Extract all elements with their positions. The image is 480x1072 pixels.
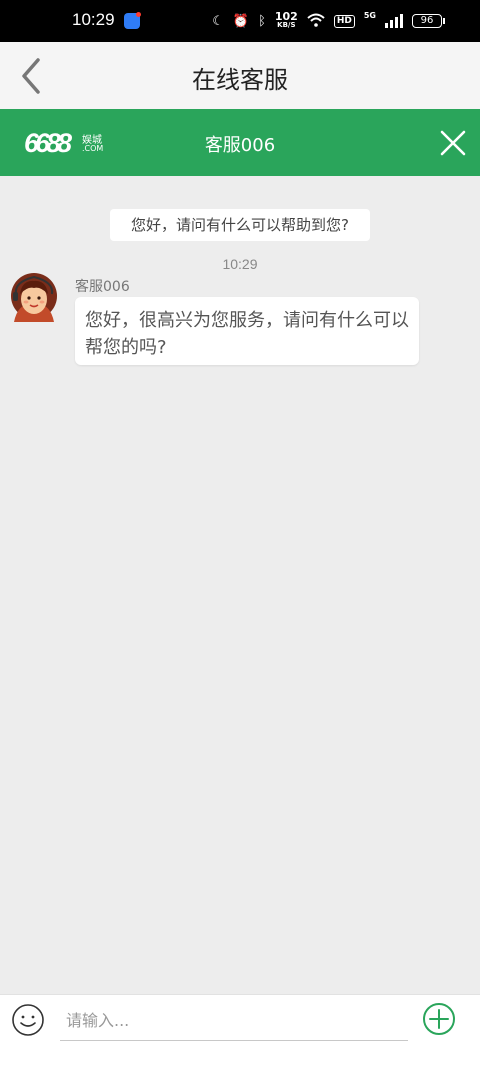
message-input[interactable] bbox=[60, 1001, 408, 1041]
speed-unit: KB/S bbox=[277, 21, 296, 29]
add-button[interactable] bbox=[421, 1001, 457, 1037]
signal-icon bbox=[385, 14, 403, 28]
message-bubble: 您好，很高兴为您服务，请问有什么可以帮您的吗? bbox=[75, 297, 419, 365]
message-timestamp: 10:29 bbox=[222, 256, 258, 272]
app-notification-icon bbox=[124, 12, 141, 29]
hd-badge: HD bbox=[333, 14, 355, 28]
status-indicators: ☾ ⏰ ᛒ 102 KB/S HD 5G 96 bbox=[212, 10, 445, 32]
wifi-icon bbox=[307, 13, 325, 30]
close-button[interactable] bbox=[440, 130, 466, 156]
emoji-smile-icon bbox=[12, 1004, 44, 1036]
agent-name-title: 客服006 bbox=[204, 135, 276, 156]
agent-avatar bbox=[10, 272, 58, 322]
alarm-icon: ⏰ bbox=[232, 13, 250, 29]
network-speed: 102 KB/S bbox=[274, 10, 298, 30]
battery-indicator: 96 bbox=[412, 14, 445, 28]
welcome-message: 您好，请问有什么可以帮助到您? bbox=[110, 209, 370, 241]
network-type: 5G bbox=[363, 11, 376, 20]
speed-value: 102 bbox=[274, 10, 298, 23]
emoji-button[interactable] bbox=[11, 1003, 45, 1037]
input-bar bbox=[0, 994, 480, 1072]
page-title: 在线客服 bbox=[192, 66, 288, 94]
plus-circle-icon bbox=[423, 1003, 455, 1035]
moon-icon: ☾ bbox=[212, 13, 224, 29]
agent-bar: 6688 娱城 .COM 客服006 bbox=[0, 109, 480, 176]
close-icon bbox=[440, 130, 466, 156]
status-time: 10:29 bbox=[72, 10, 115, 29]
top-header: 在线客服 bbox=[0, 42, 480, 109]
status-bar: 10:29 ☾ ⏰ ᛒ 102 KB/S HD 5G 96 bbox=[0, 0, 480, 42]
sender-name: 客服006 bbox=[75, 279, 130, 295]
bluetooth-icon: ᛒ bbox=[258, 13, 266, 29]
